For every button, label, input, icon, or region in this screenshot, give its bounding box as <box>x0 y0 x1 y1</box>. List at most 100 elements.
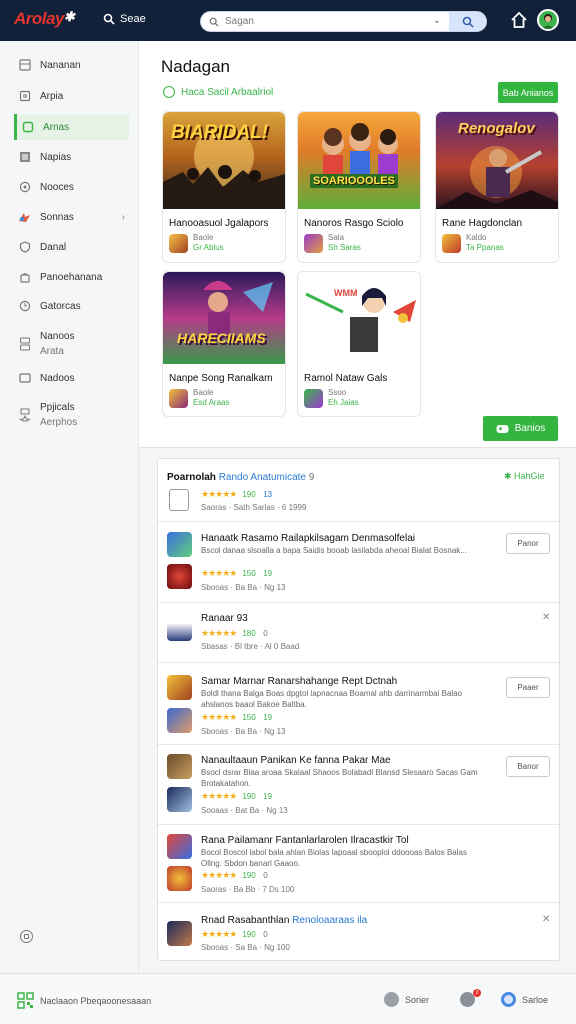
sidebar-item-nadoos[interactable]: Nadoos <box>14 365 129 391</box>
footer-account[interactable]: Sarloe <box>501 992 548 1007</box>
circle-icon <box>18 181 31 194</box>
gamepad-icon <box>496 424 509 433</box>
game-meta-line: Ta Ppanas <box>466 243 504 252</box>
avatar[interactable] <box>537 9 559 31</box>
close-icon[interactable]: ✕ <box>542 612 550 623</box>
list-item-description: Bsocl dsrar Blaa aroaa Skalaal Shaoos Bo… <box>201 768 478 788</box>
rating-badge: 19 <box>263 792 273 801</box>
rating-value: 150 <box>242 569 256 578</box>
list-item-title: Poarnolah Rando Anatumicate 9 <box>167 472 314 483</box>
game-icon <box>167 754 192 779</box>
footer-link[interactable]: Naclaaon Pbeqaoonesaaan <box>17 992 151 1009</box>
rating-stars: ★★★★★ 150 19 <box>201 568 272 579</box>
game-meta-line: Eh Jaias <box>328 398 359 407</box>
sidebar: Nananan Arpia Arnas Napias Nooces Sonnas… <box>0 41 139 973</box>
game-card[interactable]: Renogalov Rane Hagdonclan Kaldo Ta Ppanas <box>435 111 559 263</box>
game-name: Rane Hagdonclan <box>442 218 523 229</box>
rating-value: 190 <box>242 490 256 499</box>
shield-icon <box>18 241 31 254</box>
footer-support[interactable]: Sorier <box>384 992 429 1007</box>
list-item-title: Nanaultaaun Panikan Ke fanna Pakar Mae <box>201 755 391 766</box>
search-button[interactable] <box>449 12 486 31</box>
list-item-meta: Saoras · Sath Sarlas · 6 1999 <box>201 503 307 512</box>
list-item[interactable]: Samar Marnar Ranarshahange Rept Dctnah B… <box>158 663 559 745</box>
close-icon[interactable]: ✕ <box>542 914 550 925</box>
sidebar-item-label: Ppjicals <box>40 402 75 413</box>
sidebar-item-napias[interactable]: Napias <box>14 144 129 170</box>
sidebar-item-gatorcas[interactable]: Gatorcas <box>14 293 129 319</box>
logo-text: Arolay <box>14 9 64 28</box>
list-item-action-button[interactable]: Paaer <box>506 677 550 698</box>
rating-stars: ★★★★★ 190 13 <box>201 489 272 500</box>
game-list: Poarnolah Rando Anatumicate 9 ★★★★★ 190 1… <box>157 458 560 961</box>
sidebar-item-label: Nanoos <box>40 331 75 342</box>
game-icon <box>167 564 192 589</box>
rating-badge: 13 <box>263 490 273 499</box>
sidebar-item-nanoos[interactable]: Nanoos Arata <box>14 327 129 361</box>
list-item-flag[interactable]: ✱ HahGie <box>504 471 545 482</box>
list-item-link[interactable]: Renoloaaraas ila <box>292 915 367 926</box>
chevron-down-icon[interactable]: ⌄ <box>433 15 441 26</box>
list-item-title: Rana Pailamanr Fantanlarlarolen Ilracast… <box>201 835 409 846</box>
game-icon <box>169 389 188 408</box>
list-item-meta: Sooaas · Bat Ba · Ng 13 <box>201 806 288 815</box>
sidebar-item-nananan[interactable]: Nananan <box>14 52 129 78</box>
page-title: Nadagan <box>161 57 231 76</box>
refresh-icon <box>163 86 175 98</box>
rating-badge: 19 <box>263 569 273 578</box>
rating-stars: ★★★★★ 190 0 <box>201 870 268 881</box>
game-meta-line: Baole <box>193 233 214 242</box>
footer-support-label: Sorier <box>405 994 430 1005</box>
list-item-action-button[interactable]: Panor <box>506 533 550 554</box>
sidebar-item-danal[interactable]: Danal <box>14 234 129 260</box>
see-all-button[interactable]: Bab Anianos <box>498 82 558 103</box>
list-item[interactable]: Rnad Rasabanthlan Renoloaaraas ila ★★★★★… <box>158 903 559 960</box>
sidebar-item-nooces[interactable]: Nooces <box>14 174 129 200</box>
list-item[interactable]: Poarnolah Rando Anatumicate 9 ★★★★★ 190 1… <box>158 459 559 522</box>
sidebar-item-ppjicals[interactable]: Ppjicals Aerphos <box>14 398 129 432</box>
list-item-title: Rnad Rasabanthlan Renoloaaraas ila <box>201 915 367 926</box>
list-item-link[interactable]: Rando Anatumicate <box>219 472 306 483</box>
game-icon <box>167 675 192 700</box>
sidebar-item-arpia[interactable]: Arpia <box>14 83 129 109</box>
home-icon[interactable] <box>510 11 528 29</box>
list-item-title: Ranaar 93 <box>201 613 248 624</box>
game-card[interactable]: BIARIDAL! Hanooasuol Jgalapors Baole Gr A… <box>162 111 286 263</box>
qr-icon <box>17 992 34 1009</box>
browse-button[interactable]: Banios <box>483 416 558 441</box>
game-card[interactable]: SOARIOOOLES Nanoros Rasgo Sciolo Sala Sh … <box>297 111 421 263</box>
list-item[interactable]: Hanaatk Rasamo Railapkilsagam Denmasolfe… <box>158 522 559 603</box>
list-item[interactable]: Rana Pailamanr Fantanlarlarolen Ilracast… <box>158 825 559 903</box>
list-item[interactable]: Nanaultaaun Panikan Ke fanna Pakar Mae B… <box>158 745 559 825</box>
topbar-search-link[interactable]: Seae <box>103 13 146 25</box>
sidebar-item-arnas[interactable]: Arnas <box>14 114 129 140</box>
section-subtitle[interactable]: Haca Sacil Arbaalriol <box>163 86 273 98</box>
rating-stars: ★★★★★ 150 19 <box>201 712 272 723</box>
game-thumbnail: BIARIDAL! <box>163 112 285 209</box>
controller-icon <box>18 211 31 224</box>
clock-icon <box>18 300 31 313</box>
stars-text: ★★★★★ <box>201 870 237 880</box>
puzzle-icon <box>18 408 31 422</box>
list-item[interactable]: Ranaar 93 ★★★★★ 180 0 Sbasas · Bl tbre · … <box>158 603 559 663</box>
sidebar-item-sonnas[interactable]: Sonnas › <box>14 204 129 230</box>
sidebar-item-label: Gatorcas <box>40 300 81 312</box>
app-logo[interactable]: Arolay✱ <box>14 9 75 29</box>
box-icon <box>18 90 31 103</box>
rating-value: 150 <box>242 713 256 722</box>
rating-value: 190 <box>242 871 256 880</box>
game-card[interactable]: HARECIIAMS Nanpe Song Ranalkam Baole Esd … <box>162 271 286 417</box>
sidebar-item-panoehanana[interactable]: Panoehanana <box>14 264 129 290</box>
settings-icon[interactable] <box>20 930 33 943</box>
search-input[interactable]: Sagan ⌄ <box>200 11 487 32</box>
stars-text: ★★★★★ <box>201 568 237 578</box>
chevron-right-icon[interactable]: › <box>122 212 125 223</box>
game-meta: Ssoo Eh Jaias <box>328 388 359 408</box>
list-item-action-button[interactable]: Banor <box>506 756 550 777</box>
sidebar-item-label: Napias <box>40 151 72 163</box>
list-item-title: Samar Marnar Ranarshahange Rept Dctnah <box>201 676 398 687</box>
game-icon <box>169 234 188 253</box>
game-card[interactable]: WMM Ramol Nataw Gals Ssoo Eh Jaias <box>297 271 421 417</box>
stars-text: ★★★★★ <box>201 712 237 722</box>
game-icon <box>167 921 192 946</box>
